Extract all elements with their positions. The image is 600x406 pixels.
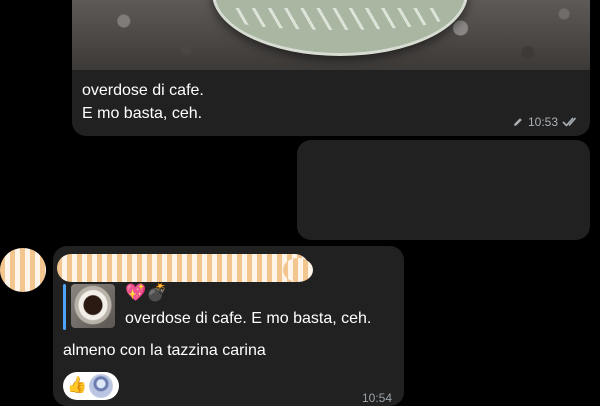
reply-quote[interactable]: 💖💣 overdose di cafe. E mo basta, ceh.	[63, 283, 393, 332]
incoming-message[interactable]: 💖💣 overdose di cafe. E mo basta, ceh. al…	[53, 246, 404, 406]
reply-accent-bar	[63, 284, 66, 330]
chat-screen: { "outgoing_photo_message": { "caption_l…	[0, 0, 600, 406]
reactor-avatar	[88, 374, 113, 398]
sender-avatar[interactable]	[0, 248, 46, 292]
outgoing-photo-message[interactable]: overdose di cafe. E mo basta, ceh. 10:53	[72, 0, 590, 136]
message-time: 10:54	[361, 391, 392, 405]
outgoing-message-redacted[interactable]	[297, 140, 590, 240]
photo-caption-line-2: E mo basta, ceh.	[82, 105, 203, 122]
sender-name-redacted-end	[283, 258, 313, 282]
message-meta: 10:53	[512, 115, 580, 129]
saucer-pattern	[232, 8, 442, 30]
reply-thumbnail	[71, 284, 115, 328]
reaction-chip[interactable]: 👍	[63, 372, 119, 400]
pencil-icon	[513, 118, 522, 126]
message-text: almeno con la tazzina carina	[63, 342, 266, 359]
reply-text: overdose di cafe. E mo basta, ceh.	[125, 310, 372, 327]
message-photo[interactable]	[72, 0, 590, 70]
photo-caption-line-1: overdose di cafe.	[82, 82, 204, 99]
message-time: 10:53	[527, 115, 558, 129]
double-check-icon	[562, 117, 577, 127]
thumbs-up-icon: 👍	[67, 377, 87, 394]
sender-name-redacted[interactable]	[57, 254, 309, 282]
reply-sender-emoji: 💖💣	[125, 283, 168, 302]
